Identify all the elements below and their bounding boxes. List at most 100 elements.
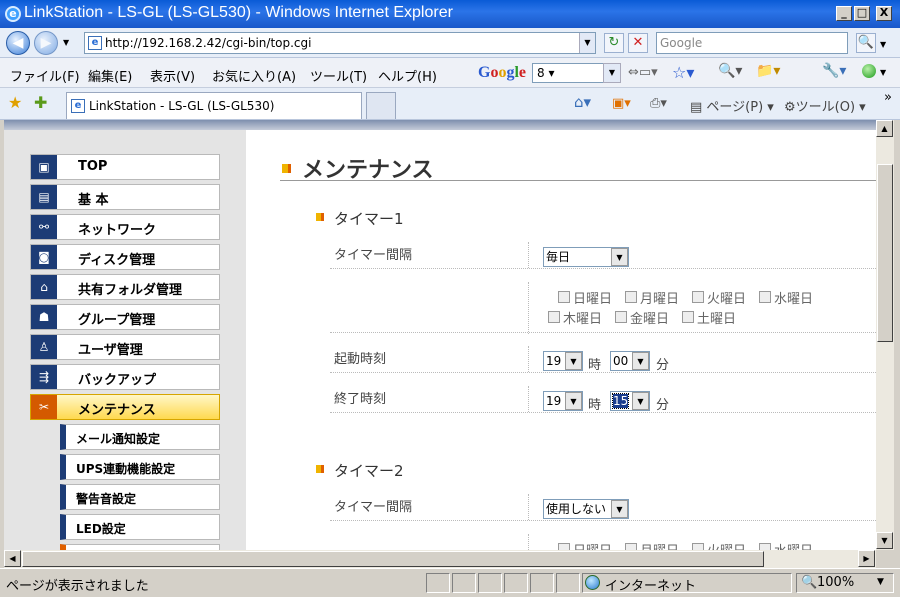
close-button[interactable]: X [876,6,892,21]
vertical-scrollbar[interactable]: ▲ ▼ [876,120,894,550]
minute-unit: 分 [656,358,670,373]
sidebar-subitem-ups[interactable]: UPS連動機能設定 [60,454,220,480]
scroll-up-icon[interactable]: ▲ [876,120,893,137]
sidebar-subitem-mail[interactable]: メール通知設定 [60,424,220,450]
tab-title: LinkStation - LS-GL (LS-GL530) [89,99,275,113]
timer1-end-min-select[interactable]: 15 ▼ [610,391,650,411]
more-chevron-icon[interactable]: » [884,90,892,105]
refresh-icon[interactable]: ↻ [604,33,624,53]
search-input[interactable]: Google [656,32,848,54]
timer1-day-fri-checkbox[interactable]: 金曜日 [615,308,669,327]
menu-view[interactable]: 表示(V) [150,66,195,85]
folder-icon[interactable]: 📁▾ [756,63,780,79]
sidebar-item-basic[interactable]: ▤ 基 本 [30,184,220,210]
sidebar-subitem-beep[interactable]: 警告音設定 [60,484,220,510]
sidebar-item-maintenance[interactable]: ✂ メンテナンス [30,394,220,420]
vertical-scroll-thumb[interactable] [877,164,893,342]
scroll-down-icon[interactable]: ▼ [876,532,893,549]
zoom-dropdown-icon[interactable]: ▼ [877,577,884,587]
row-separator [528,494,529,520]
minimize-button[interactable]: _ [836,6,852,21]
scroll-right-icon[interactable]: ▶ [858,550,875,567]
timer1-interval-value: 毎日 [546,250,571,264]
sidebar-item-backup[interactable]: ⇶ バックアップ [30,364,220,390]
page-menu[interactable]: ▤ ページ(P) ▾ [690,96,774,115]
timer1-day-sat-checkbox[interactable]: 土曜日 [682,308,736,327]
back-button[interactable]: ◀ [6,31,30,55]
menu-tools[interactable]: ツール(T) [310,66,367,85]
scroll-corner [876,550,900,568]
add-favorites-icon[interactable]: ✚ [34,93,47,112]
zoom-level: 100% [817,575,855,590]
favorites-star-icon[interactable]: ★ [8,93,22,112]
sidebar-item-user[interactable]: ♙ ユーザ管理 [30,334,220,360]
timer1-interval-select[interactable]: 毎日 ▼ [543,247,629,267]
title-bullet-icon [282,164,291,173]
timer2-interval-select[interactable]: 使用しない ▼ [543,499,629,519]
timer2-day-sun-checkbox[interactable]: 日曜日 [558,540,612,550]
sidebar-item-label: バックアップ [78,373,157,388]
timer1-day-tue-checkbox[interactable]: 火曜日 [692,288,746,307]
network-icon: ⚯ [31,215,57,239]
row-separator [528,282,529,334]
home-icon[interactable]: ⌂▾ [574,93,591,111]
address-dropdown-icon[interactable]: ▼ [579,33,595,53]
timer1-day-sun-checkbox[interactable]: 日曜日 [558,288,612,307]
tab-bar: ★ ✚ e LinkStation - LS-GL (LS-GL530) ⌂▾ … [0,88,900,120]
sidebar-item-top[interactable]: ▣ TOP [30,154,220,180]
new-tab-button[interactable] [366,92,396,119]
menu-edit[interactable]: 編集(E) [88,66,132,85]
tools-menu[interactable]: ⚙ツール(O) ▾ [784,96,866,115]
status-pane [426,573,450,593]
scroll-left-icon[interactable]: ◀ [4,550,21,567]
timer2-day-wed-checkbox[interactable]: 水曜日 [759,540,813,550]
sidebar-item-label: ユーザ管理 [78,343,143,358]
row-divider [330,412,876,413]
menu-favorites[interactable]: お気に入り(A) [212,66,296,85]
menu-help[interactable]: ヘルプ(H) [378,66,437,85]
magnifier-icon[interactable]: 🔍▾ [718,63,742,79]
timer2-day-tue-checkbox[interactable]: 火曜日 [692,540,746,550]
settings-wrench-icon[interactable]: 🔧▾ [822,63,846,79]
timer1-end-hour-select[interactable]: 19 ▼ [543,391,583,411]
google-dropdown-icon[interactable]: ▼ [603,63,621,83]
menu-file[interactable]: ファイル(F) [10,66,80,85]
timer1-start-label: 起動時刻 [334,352,387,367]
timer1-day-wed-checkbox[interactable]: 水曜日 [759,288,813,307]
sidebar-item-shared-folder[interactable]: ⌂ 共有フォルダ管理 [30,274,220,300]
timer1-day-thu-checkbox[interactable]: 木曜日 [548,308,602,327]
zoom-control[interactable]: 🔍 100% ▼ [796,573,894,593]
search-go-icon[interactable]: 🔍 [856,33,876,53]
horizontal-scroll-thumb[interactable] [22,551,764,567]
window-title: LinkStation - LS-GL (LS-GL530) - Windows… [24,4,453,21]
timer1-start-hour-select[interactable]: 19 ▼ [543,351,583,371]
print-icon[interactable]: ⎙▾ [650,96,667,111]
sidebar-item-group[interactable]: ☗ グループ管理 [30,304,220,330]
search-options-icon[interactable]: ▼ [880,40,886,49]
bookmark-star-icon[interactable]: ☆▾ [672,63,694,82]
feeds-icon[interactable]: ▣▾ [612,96,631,111]
timer1-start-min-select[interactable]: 00 ▼ [610,351,650,371]
status-bar: ページが表示されました インターネット 🔍 100% ▼ [0,568,900,597]
timer1-heading: タイマー1 [334,210,404,228]
status-green-icon[interactable] [862,64,876,78]
timer1-day-mon-checkbox[interactable]: 月曜日 [625,288,679,307]
stop-icon[interactable]: ✕ [628,33,648,53]
address-input[interactable]: e http://192.168.2.42/cgi-bin/top.cgi ▼ [84,32,596,54]
maximize-button[interactable]: □ [854,6,870,21]
browser-tab-active[interactable]: e LinkStation - LS-GL (LS-GL530) [66,92,362,119]
page-menu-icon: ▤ [690,100,707,115]
sidebar-subitem-led[interactable]: LED設定 [60,514,220,540]
status-dropdown-icon[interactable]: ▼ [880,68,886,77]
timer2-day-mon-checkbox[interactable]: 月曜日 [625,540,679,550]
sidebar-item-disk[interactable]: ◙ ディスク管理 [30,244,220,270]
row-separator [528,534,529,550]
sidebar-item-network[interactable]: ⚯ ネットワーク [30,214,220,240]
forward-button[interactable]: ▶ [34,31,58,55]
status-pane [478,573,502,593]
status-pane [452,573,476,593]
history-dropdown-icon[interactable]: ▼ [63,38,69,47]
toolbar-options-icon[interactable]: ⇔▭▾ [628,65,658,80]
horizontal-scrollbar[interactable]: ◀ ▶ [4,550,876,568]
sidebar-item-label: 基 本 [78,193,109,208]
